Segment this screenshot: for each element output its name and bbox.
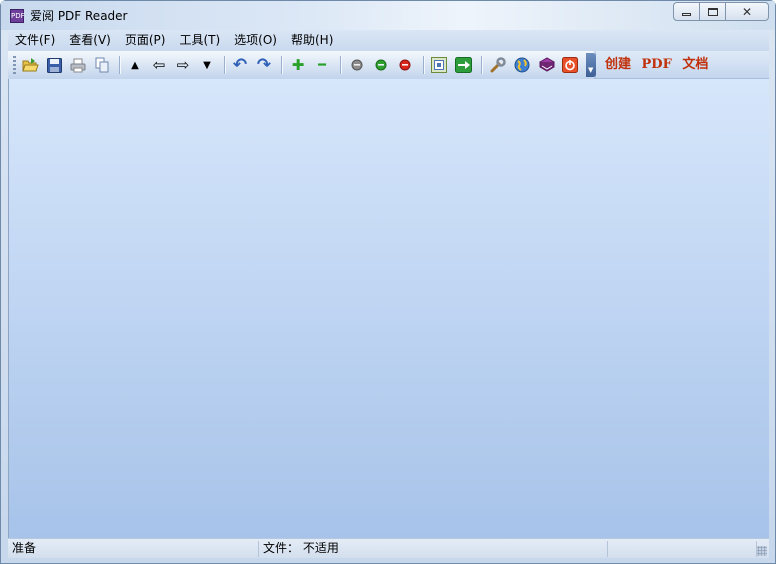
app-window: PDF 爱阅 PDF Reader ✕ 文件(F) 查看(V) 页面(P) 工具… xyxy=(0,0,776,564)
copy-icon xyxy=(95,57,108,73)
copy-button[interactable] xyxy=(92,55,112,75)
minimize-icon xyxy=(682,13,691,16)
status-bar: 准备 文件： 不适用 xyxy=(8,538,769,558)
last-page-icon: ▼ xyxy=(203,59,211,71)
menu-tools[interactable]: 工具(T) xyxy=(172,30,227,51)
menu-bar: 文件(F) 查看(V) 页面(P) 工具(T) 选项(O) 帮助(H) xyxy=(8,30,769,51)
globe-button[interactable] xyxy=(512,55,532,75)
fit-page-icon xyxy=(431,57,447,73)
chevron-down-icon: ▼ xyxy=(588,66,594,74)
window-controls: ✕ xyxy=(673,2,769,21)
print-button[interactable] xyxy=(68,55,88,75)
document-view-area[interactable] xyxy=(8,79,769,538)
toolbar-overflow-button[interactable]: ▼ xyxy=(586,53,596,77)
status-divider xyxy=(258,541,259,557)
undo-button[interactable]: ↶ xyxy=(230,55,250,75)
minimize-button[interactable] xyxy=(673,2,700,21)
previous-page-button[interactable]: ⇦ xyxy=(149,55,169,75)
red-circle-icon xyxy=(399,59,411,71)
settings-wrench-icon xyxy=(490,57,506,73)
toolbar-separator xyxy=(224,56,225,74)
menu-view[interactable]: 查看(V) xyxy=(62,30,118,51)
toolbar-separator xyxy=(281,56,282,74)
print-icon xyxy=(70,58,86,72)
save-icon xyxy=(46,57,62,73)
toolbar-separator xyxy=(340,56,341,74)
settings-button[interactable] xyxy=(488,55,508,75)
zoom-in-button[interactable]: ✚ xyxy=(288,55,308,75)
toolbar-grip[interactable] xyxy=(13,56,16,74)
open-button[interactable] xyxy=(20,55,40,75)
maximize-icon xyxy=(707,7,718,16)
power-button[interactable] xyxy=(560,55,580,75)
resize-grip[interactable] xyxy=(757,546,767,556)
next-page-icon: ⇨ xyxy=(176,56,190,74)
previous-page-icon: ⇦ xyxy=(152,56,166,74)
go-to-button[interactable] xyxy=(453,55,473,75)
app-icon: PDF xyxy=(10,9,25,23)
zoom-out-icon: ━ xyxy=(318,57,326,73)
globe-icon xyxy=(514,57,530,73)
book-button[interactable] xyxy=(536,55,556,75)
gray-circle-icon xyxy=(351,59,363,71)
green-circle-icon xyxy=(375,59,387,71)
menu-file[interactable]: 文件(F) xyxy=(8,30,62,51)
close-icon: ✕ xyxy=(741,4,753,19)
status-file: 文件： 不适用 xyxy=(263,541,339,555)
menu-page[interactable]: 页面(P) xyxy=(118,30,173,51)
window-title: 爱阅 PDF Reader xyxy=(30,9,128,23)
redo-button[interactable]: ↷ xyxy=(254,55,274,75)
create-pdf-link[interactable]: 创建 PDF 文档 xyxy=(605,56,708,74)
next-page-button[interactable]: ⇨ xyxy=(173,55,193,75)
first-page-icon: ▲ xyxy=(131,59,139,71)
undo-icon: ↶ xyxy=(232,55,248,75)
first-page-button[interactable]: ▲ xyxy=(125,55,145,75)
book-icon xyxy=(538,57,555,72)
status-text: 准备 xyxy=(12,541,37,555)
last-page-button[interactable]: ▼ xyxy=(197,55,217,75)
go-to-icon xyxy=(454,57,472,73)
open-folder-icon xyxy=(21,58,39,72)
title-bar[interactable]: PDF 爱阅 PDF Reader ✕ xyxy=(1,1,775,30)
redo-icon: ↷ xyxy=(256,55,272,75)
close-button[interactable]: ✕ xyxy=(725,2,769,21)
green-circle-button[interactable] xyxy=(371,55,391,75)
toolbar-strip: ▲ ⇦ ⇨ ▼ ↶ ↷ ✚ ━ ▼ xyxy=(8,51,596,79)
maximize-button[interactable] xyxy=(699,2,726,21)
toolbar: ▲ ⇦ ⇨ ▼ ↶ ↷ ✚ ━ ▼ 创建 PDF 文档 xyxy=(8,51,769,79)
red-circle-button[interactable] xyxy=(395,55,415,75)
gray-circle-button[interactable] xyxy=(347,55,367,75)
fit-page-button[interactable] xyxy=(429,55,449,75)
menu-options[interactable]: 选项(O) xyxy=(227,30,284,51)
power-icon xyxy=(562,57,578,73)
toolbar-separator xyxy=(119,56,120,74)
status-divider xyxy=(607,541,608,557)
menu-help[interactable]: 帮助(H) xyxy=(284,30,340,51)
save-button[interactable] xyxy=(44,55,64,75)
zoom-in-icon: ✚ xyxy=(291,56,305,74)
zoom-out-button[interactable]: ━ xyxy=(312,55,332,75)
toolbar-separator xyxy=(423,56,424,74)
toolbar-separator xyxy=(481,56,482,74)
